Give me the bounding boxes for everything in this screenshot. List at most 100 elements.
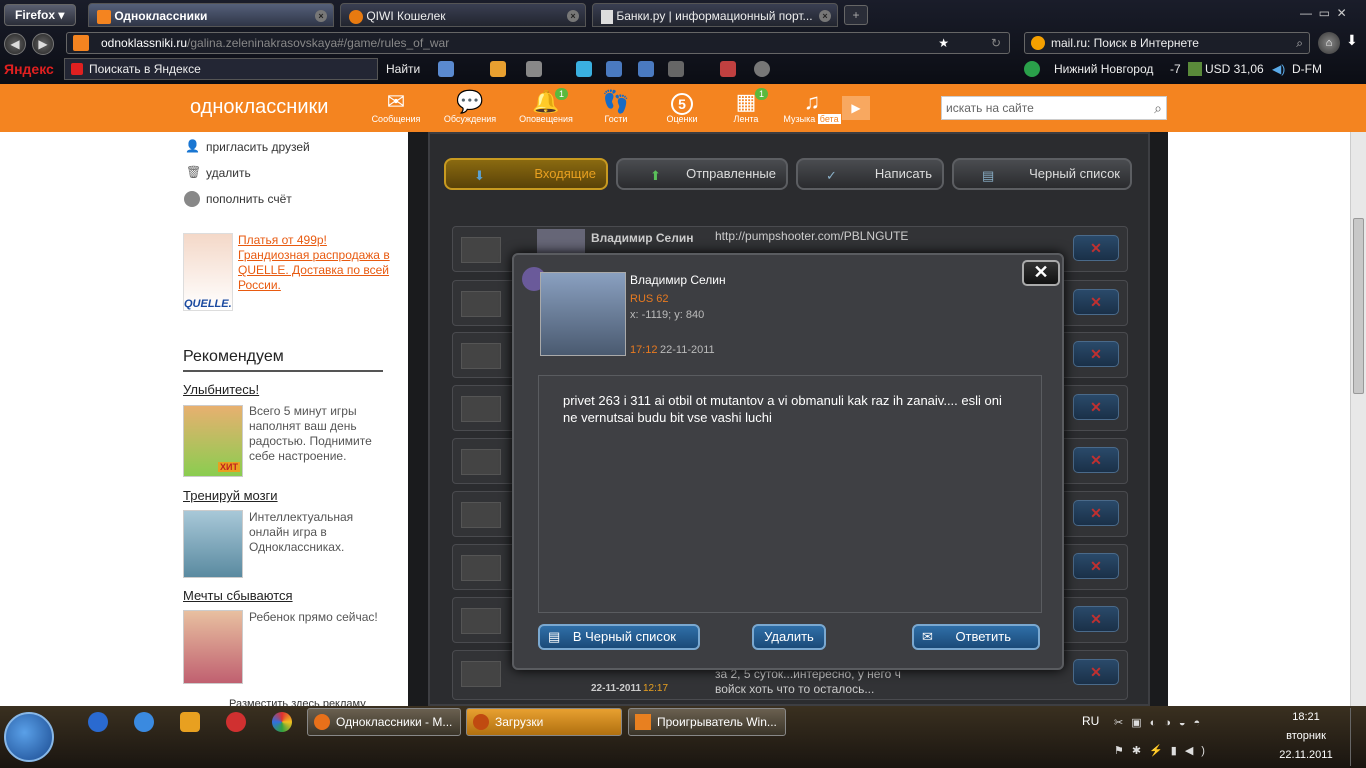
scrollbar-thumb[interactable] (1353, 218, 1364, 394)
close-icon[interactable]: × (315, 10, 327, 22)
delete-x-icon[interactable]: ✕ (1073, 500, 1119, 526)
rec-desc-smile: Всего 5 минут игры наполнят ваш день рад… (249, 404, 372, 463)
rec-title-brain[interactable]: Тренируй мозги (183, 488, 278, 503)
city-label[interactable]: Нижний Новгород (1054, 62, 1153, 76)
delete-x-icon[interactable]: ✕ (1073, 341, 1119, 367)
home-icon[interactable]: ⌂ (1318, 32, 1340, 54)
clock[interactable]: 18:21 вторник 22.11.2011 (1276, 708, 1336, 765)
mail-icon[interactable] (438, 61, 454, 77)
delete-link[interactable]: удалить (206, 166, 251, 180)
rec-image-brain[interactable] (183, 510, 243, 578)
envelope-icon (461, 555, 501, 581)
rec-image-dreams[interactable] (183, 610, 243, 684)
site-logo[interactable]: одноклассники (190, 96, 328, 119)
star-icon[interactable]: ★ (938, 33, 949, 53)
forward-button[interactable]: ▶ (32, 33, 54, 55)
quicklaunch-icon[interactable] (88, 712, 108, 732)
nav-notifications[interactable]: 1 🔔 Оповещения (516, 88, 576, 130)
task-downloads[interactable]: Загрузки (466, 708, 622, 736)
usd-rate[interactable]: USD 31,06 (1205, 62, 1264, 76)
delete-x-icon[interactable]: ✕ (1073, 606, 1119, 632)
rec-title-dreams[interactable]: Мечты сбываются (183, 588, 293, 603)
new-tab-button[interactable]: + (844, 5, 868, 25)
invite-friends-link[interactable]: пригласить друзей (206, 140, 310, 154)
rec-title-smile[interactable]: Улыбнитесь! (183, 382, 259, 397)
tools-icon[interactable] (720, 61, 736, 77)
chat-icon[interactable] (668, 61, 684, 77)
close-icon[interactable]: × (567, 10, 579, 22)
weather-icon[interactable] (1024, 61, 1040, 77)
start-button[interactable] (4, 712, 54, 762)
radio-station[interactable]: D-FM (1292, 62, 1322, 76)
sender-avatar[interactable] (540, 272, 626, 356)
tab-blacklist[interactable]: ▤ Черный список (952, 158, 1132, 190)
search-icon[interactable]: ⌕ (1296, 33, 1303, 53)
scrollbar[interactable] (1350, 132, 1366, 706)
play-icon[interactable]: ▶ (842, 96, 870, 120)
delete-x-icon[interactable]: ✕ (1073, 235, 1119, 261)
delete-x-icon[interactable]: ✕ (1073, 289, 1119, 315)
tab-compose[interactable]: ✓ Написать (796, 158, 944, 190)
temperature[interactable]: -7 (1170, 62, 1181, 76)
settings-icon[interactable] (526, 61, 542, 77)
window-controls[interactable]: — ▭ ✕ (1300, 6, 1360, 20)
show-desktop-button[interactable] (1350, 708, 1364, 766)
search-icon[interactable]: ⌕ (1154, 97, 1162, 119)
download-icon[interactable]: ⬇ (1346, 32, 1364, 54)
tab-qiwi[interactable]: QIWI Кошелек × (340, 3, 586, 27)
close-icon[interactable]: × (819, 10, 831, 22)
back-button[interactable]: ◀ (4, 33, 26, 55)
notification-badge: 1 (554, 88, 568, 100)
nav-feed[interactable]: 1 ▦ Лента (716, 88, 776, 130)
language-indicator[interactable]: RU (1082, 714, 1099, 728)
firefox-menu-button[interactable]: Firefox ▾ (4, 4, 76, 26)
yandex-search-input[interactable]: Поискать в Яндексе (64, 58, 378, 80)
tray-icons[interactable]: ✂▣◐◑◒◓ (1114, 716, 1244, 730)
download-icon[interactable] (134, 712, 154, 732)
reply-button[interactable]: ✉ Ответить (912, 624, 1040, 650)
task-odnoklassniki[interactable]: Одноклассники - M... (307, 708, 461, 736)
find-button[interactable]: Найти (386, 62, 420, 76)
web-search-input[interactable]: mail.ru: Поиск в Интернете ⌕ (1024, 32, 1310, 54)
nav-messages[interactable]: ✉ Сообщения (366, 88, 426, 130)
sender-name[interactable]: Владимир Селин (630, 273, 726, 287)
yandex-logo[interactable]: Яндекс (4, 61, 54, 77)
ad-image[interactable]: QUELLE. (183, 233, 233, 311)
app-icon[interactable] (180, 712, 200, 732)
task-media-player[interactable]: Проигрыватель Win... (628, 708, 786, 736)
delete-x-icon[interactable]: ✕ (1073, 447, 1119, 473)
dictionary-icon[interactable] (638, 61, 654, 77)
delete-x-icon[interactable]: ✕ (1073, 659, 1119, 685)
top-up-link[interactable]: пополнить счёт (206, 192, 292, 206)
ad-link[interactable]: Платья от 499р! Грандиозная распродажа в… (238, 233, 390, 293)
place-ad-link[interactable]: Разместить здесь рекламу (229, 698, 366, 706)
delete-x-icon[interactable]: ✕ (1073, 394, 1119, 420)
chrome-icon[interactable] (272, 712, 292, 732)
tab-banki[interactable]: Банки.ру | информационный порт... × (592, 3, 838, 27)
tray-icons-2[interactable]: ⚑✱⚡▮◀) (1114, 744, 1254, 758)
site-search-input[interactable]: искать на сайте ⌕ (941, 96, 1167, 120)
reload-icon[interactable]: ↻ (991, 33, 1001, 53)
tab-odnoklassniki[interactable]: Одноклассники × (88, 3, 334, 27)
footprints-icon: 👣 (602, 89, 630, 114)
nav-discussions[interactable]: 💬 Обсуждения (440, 88, 500, 130)
url-bar[interactable]: odnoklassniki.ru/galina.zeleninakrasovsk… (66, 32, 1010, 54)
antivirus-icon[interactable] (226, 712, 246, 732)
tab-inbox[interactable]: ⬇ Входящие (444, 158, 608, 190)
blacklist-button[interactable]: ▤ В Черный список (538, 624, 700, 650)
translate-icon[interactable] (606, 61, 622, 77)
bookmarks-icon[interactable] (490, 61, 506, 77)
check-icon[interactable] (576, 61, 592, 77)
speaker-icon[interactable]: ◀) (1272, 62, 1285, 76)
nav-ratings[interactable]: 5 Оценки (652, 88, 712, 130)
tab-sent[interactable]: ⬆ Отправленные (616, 158, 788, 190)
close-button[interactable]: ✕ (1022, 260, 1060, 286)
nav-guests[interactable]: 👣 Гости (586, 88, 646, 130)
rec-desc-brain: Интеллектуальная онлайн игра в Однокласс… (249, 510, 354, 554)
rec-image-smile[interactable]: ХИТ (183, 405, 243, 477)
nav-music[interactable]: ♫ Музыка бета (782, 88, 842, 130)
sent-icon: ⬆ (650, 168, 661, 183)
delete-button[interactable]: Удалить (752, 624, 826, 650)
delete-x-icon[interactable]: ✕ (1073, 553, 1119, 579)
gear-icon[interactable] (754, 61, 770, 77)
